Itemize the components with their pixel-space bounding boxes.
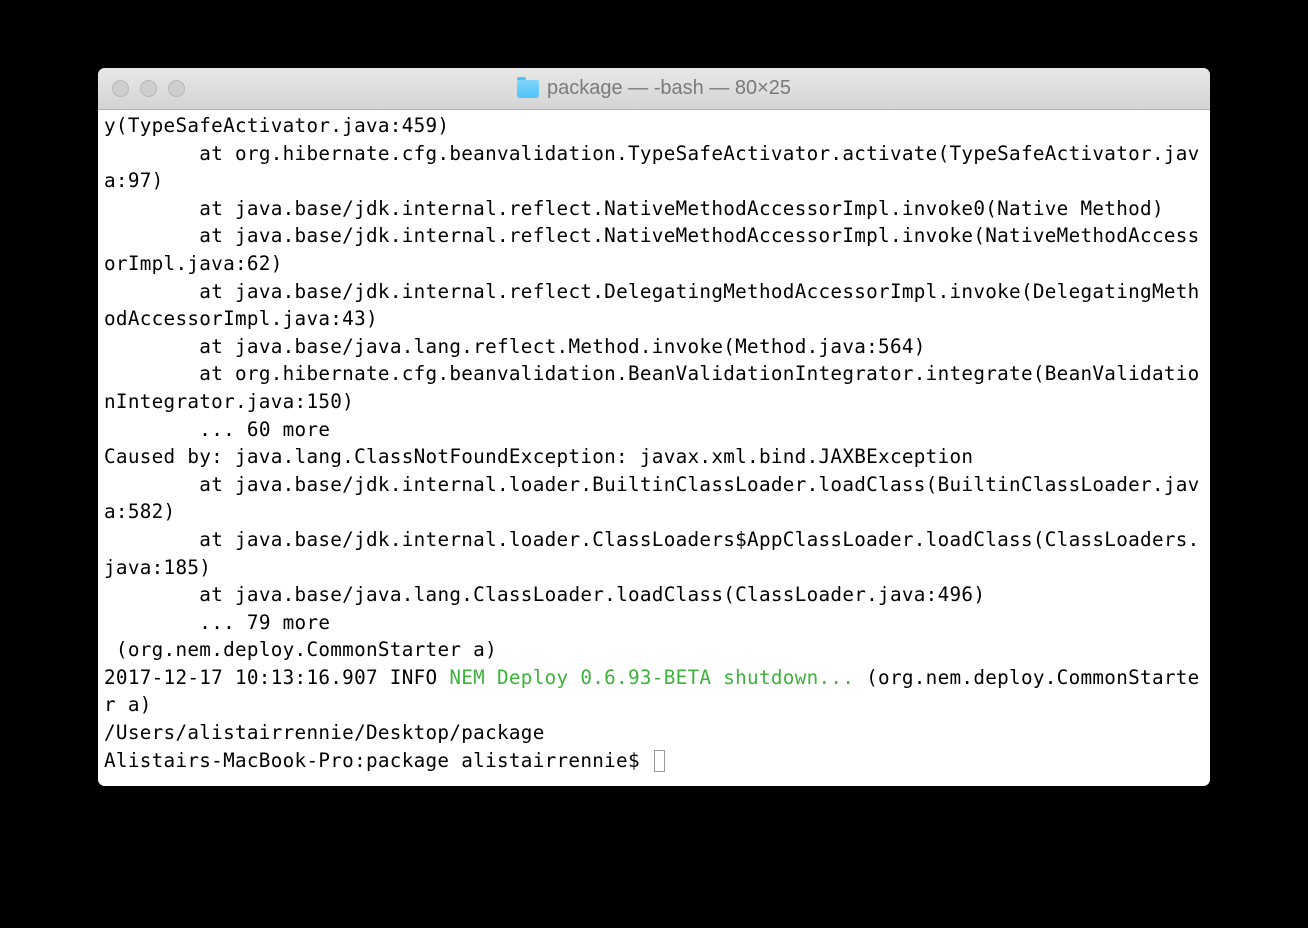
window-title-container: package — -bash — 80×25 [517,77,791,100]
output-line: Caused by: java.lang.ClassNotFoundExcept… [104,445,973,468]
log-timestamp: 2017-12-17 10:13:16.907 INFO [104,666,449,689]
output-line: at java.base/java.lang.reflect.Method.in… [104,335,926,358]
output-line: at java.base/jdk.internal.reflect.Delega… [104,280,1200,331]
output-line: at java.base/jdk.internal.loader.Builtin… [104,473,1200,524]
titlebar[interactable]: package — -bash — 80×25 [98,68,1210,110]
output-line: (org.nem.deploy.CommonStarter a) [104,638,497,661]
minimize-button[interactable] [140,80,157,97]
log-message: NEM Deploy 0.6.93-BETA shutdown... [449,666,854,689]
output-line: ... 79 more [104,611,330,634]
output-line: at java.base/jdk.internal.loader.ClassLo… [104,528,1200,579]
maximize-button[interactable] [168,80,185,97]
terminal-window: package — -bash — 80×25 y(TypeSafeActiva… [98,68,1210,786]
path-line: /Users/alistairrennie/Desktop/package [104,721,545,744]
traffic-lights [112,80,185,97]
output-line: at org.hibernate.cfg.beanvalidation.Type… [104,142,1200,193]
window-title: package — -bash — 80×25 [547,77,791,100]
cursor [654,750,665,772]
shell-prompt: Alistairs-MacBook-Pro:package alistairre… [104,749,652,772]
folder-icon [517,80,539,98]
output-line: ... 60 more [104,418,330,441]
output-line: at java.base/jdk.internal.reflect.Native… [104,197,1164,220]
output-line: at java.base/java.lang.ClassLoader.loadC… [104,583,985,606]
output-line: at org.hibernate.cfg.beanvalidation.Bean… [104,362,1200,413]
terminal-output[interactable]: y(TypeSafeActivator.java:459) at org.hib… [98,110,1210,786]
output-line: y(TypeSafeActivator.java:459) [104,114,449,137]
close-button[interactable] [112,80,129,97]
output-line: at java.base/jdk.internal.reflect.Native… [104,224,1200,275]
